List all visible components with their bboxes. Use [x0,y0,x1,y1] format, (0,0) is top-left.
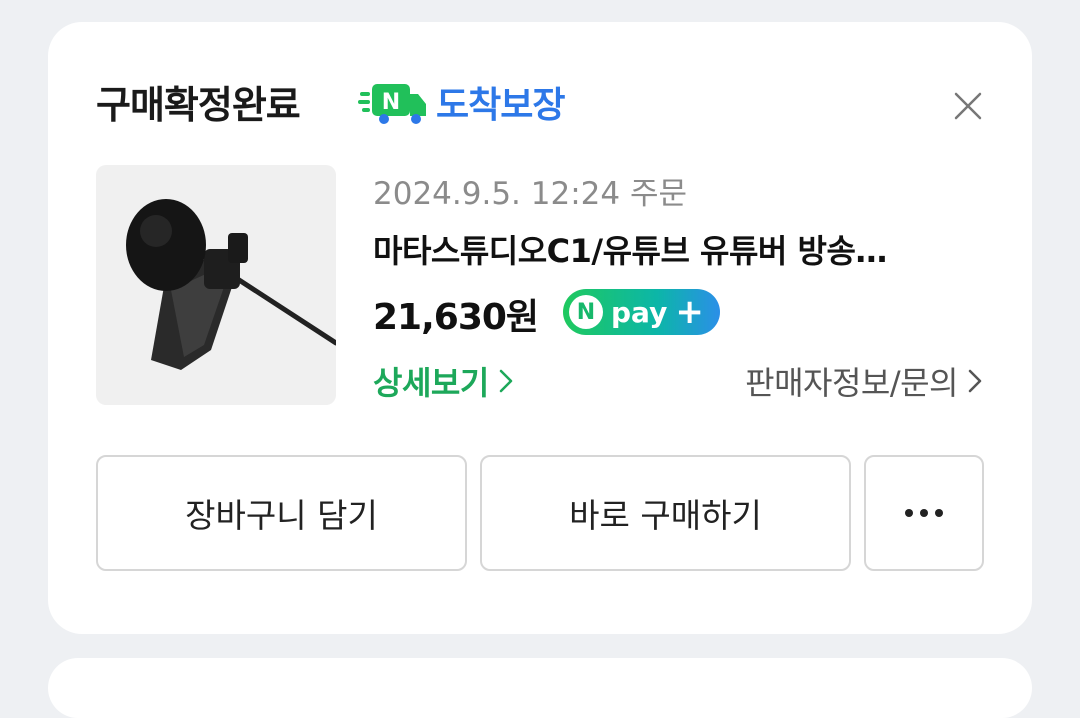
chevron-right-icon [968,369,982,393]
seller-info-link[interactable]: 판매자정보/문의 [745,358,984,404]
badge-label: 도착보장 [436,85,565,126]
arrival-guarantee-badge: N 도착보장 [358,76,565,128]
close-icon[interactable] [948,86,988,126]
npay-label: pay [611,295,668,329]
view-details-label: 상세보기 [373,364,489,402]
npay-plus-icon: + [675,292,704,332]
n-delivery-truck-icon: N [358,84,426,124]
product-name[interactable]: 마타스튜디오C1/유튜브 유튜버 방송… [373,226,887,272]
more-options-button[interactable] [864,455,984,571]
more-dots-icon [905,509,943,517]
buy-now-button[interactable]: 바로 구매하기 [480,455,851,571]
order-status-title: 구매확정완료 [96,83,301,127]
product-price: 21,630원 [373,297,539,338]
order-card: 구매확정완료 N 도착보장 2024.9.5. 12:24 주문 마타스튜디오C… [48,22,1032,634]
badge-n-letter: N [382,90,400,115]
add-to-cart-button[interactable]: 장바구니 담기 [96,455,467,571]
npay-n-icon: N [569,295,603,329]
view-details-link[interactable]: 상세보기 [373,358,515,404]
product-thumbnail[interactable] [96,165,336,405]
next-order-card [48,658,1032,718]
npay-plus-badge: N pay + [563,289,720,335]
order-date: 2024.9.5. 12:24 주문 [373,176,687,212]
seller-info-label: 판매자정보/문의 [745,364,958,402]
chevron-right-icon [499,369,513,393]
lavalier-microphone-image [126,199,336,370]
